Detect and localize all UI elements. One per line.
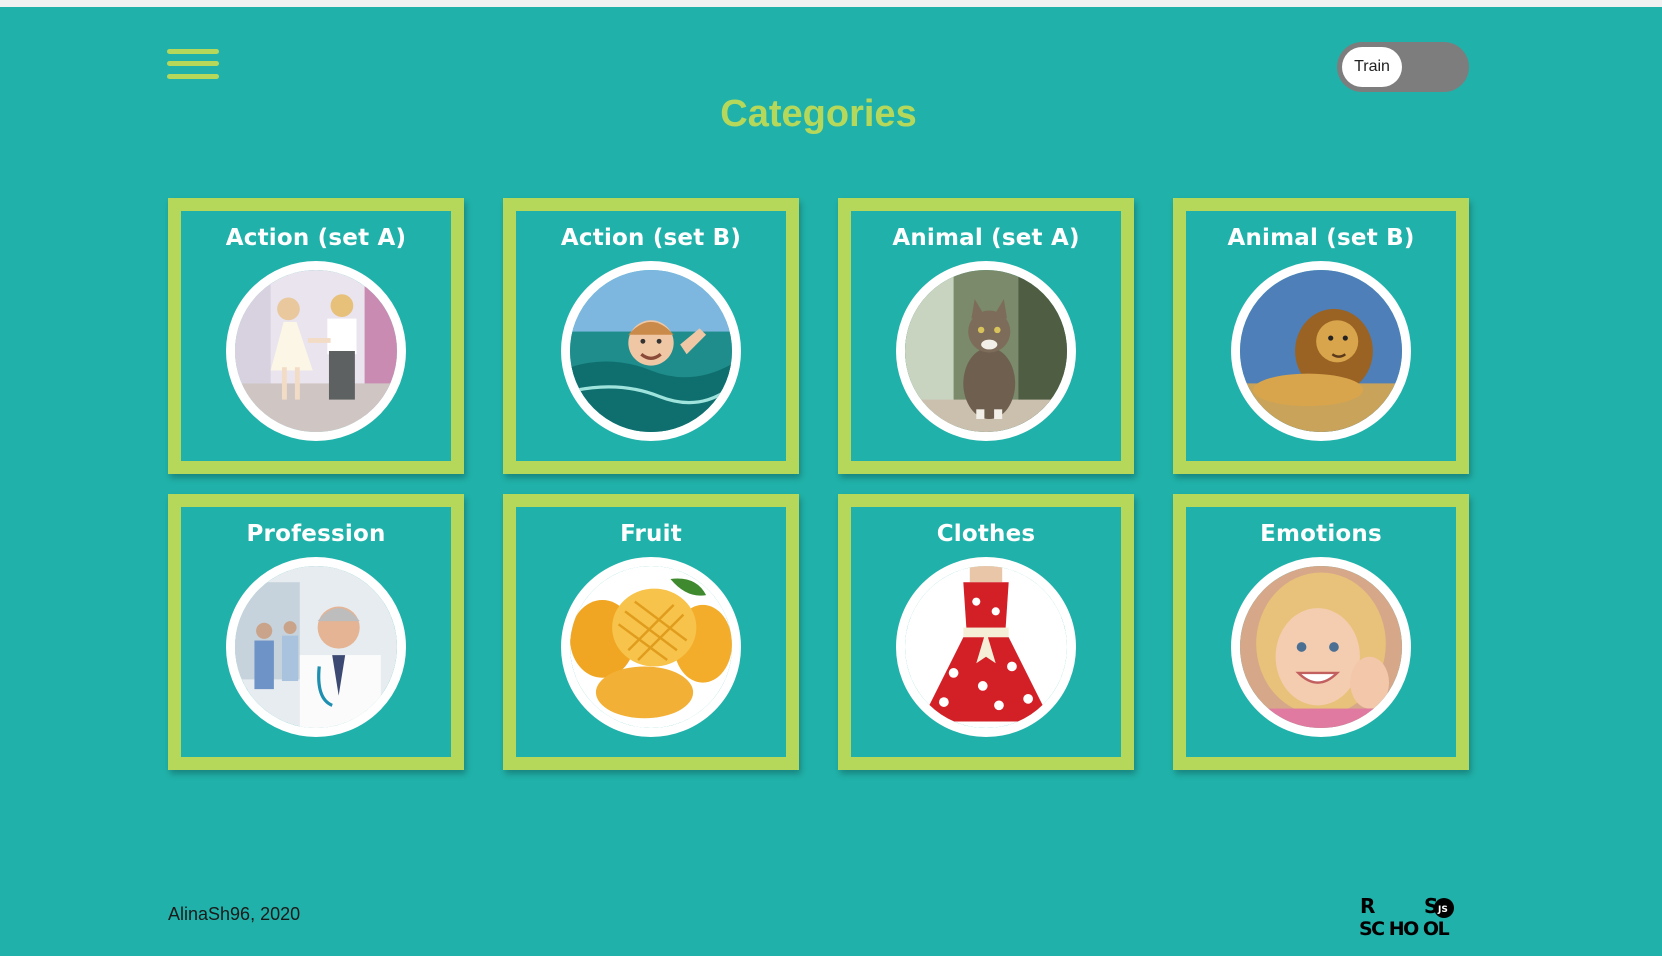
- menu-bar: [167, 74, 219, 79]
- category-image-doctor: [226, 557, 406, 737]
- categories-grid: Action (set A) Action (set B) Animal (se…: [168, 198, 1470, 770]
- category-card-title: Animal (set A): [892, 225, 1080, 251]
- category-image-red-dress: [896, 557, 1076, 737]
- category-card-title: Animal (set B): [1227, 225, 1415, 251]
- category-card-title: Action (set A): [225, 225, 407, 251]
- category-image-swimming-boy: [561, 261, 741, 441]
- page: Train Categories Action (set A) Action (…: [0, 7, 1662, 956]
- hamburger-menu-icon[interactable]: [167, 49, 219, 83]
- category-card-emotions[interactable]: Emotions: [1173, 494, 1469, 770]
- page-title: Categories: [720, 93, 917, 135]
- mode-toggle[interactable]: Train: [1337, 42, 1469, 92]
- category-card-title: Fruit: [620, 521, 682, 547]
- logo-badge-text: JS: [1437, 905, 1448, 915]
- category-card-title: Emotions: [1260, 521, 1382, 547]
- menu-bar: [167, 49, 219, 54]
- category-image-smiling-girl: [1231, 557, 1411, 737]
- browser-top-strip: [0, 0, 1662, 7]
- logo-school-text: SC HO OL: [1359, 918, 1450, 940]
- category-card-clothes[interactable]: Clothes: [838, 494, 1134, 770]
- category-image-lion: [1231, 261, 1411, 441]
- category-image-dancing-children: [226, 261, 406, 441]
- category-card-action-b[interactable]: Action (set B): [503, 198, 799, 474]
- category-card-profession[interactable]: Profession: [168, 494, 464, 770]
- menu-bar: [167, 61, 219, 66]
- category-image-cat: [896, 261, 1076, 441]
- logo-letter-r: R: [1360, 894, 1375, 918]
- category-card-title: Action (set B): [560, 225, 742, 251]
- category-card-animal-a[interactable]: Animal (set A): [838, 198, 1134, 474]
- footer-author: AlinaSh96, 2020: [168, 904, 301, 924]
- rs-school-logo[interactable]: R S JS SC HO OL: [1358, 893, 1470, 941]
- category-card-animal-b[interactable]: Animal (set B): [1173, 198, 1469, 474]
- category-card-action-a[interactable]: Action (set A): [168, 198, 464, 474]
- category-card-title: Clothes: [936, 521, 1036, 547]
- category-image-mangoes: [561, 557, 741, 737]
- mode-toggle-knob: Train: [1342, 47, 1402, 87]
- category-card-fruit[interactable]: Fruit: [503, 494, 799, 770]
- category-card-title: Profession: [246, 521, 386, 547]
